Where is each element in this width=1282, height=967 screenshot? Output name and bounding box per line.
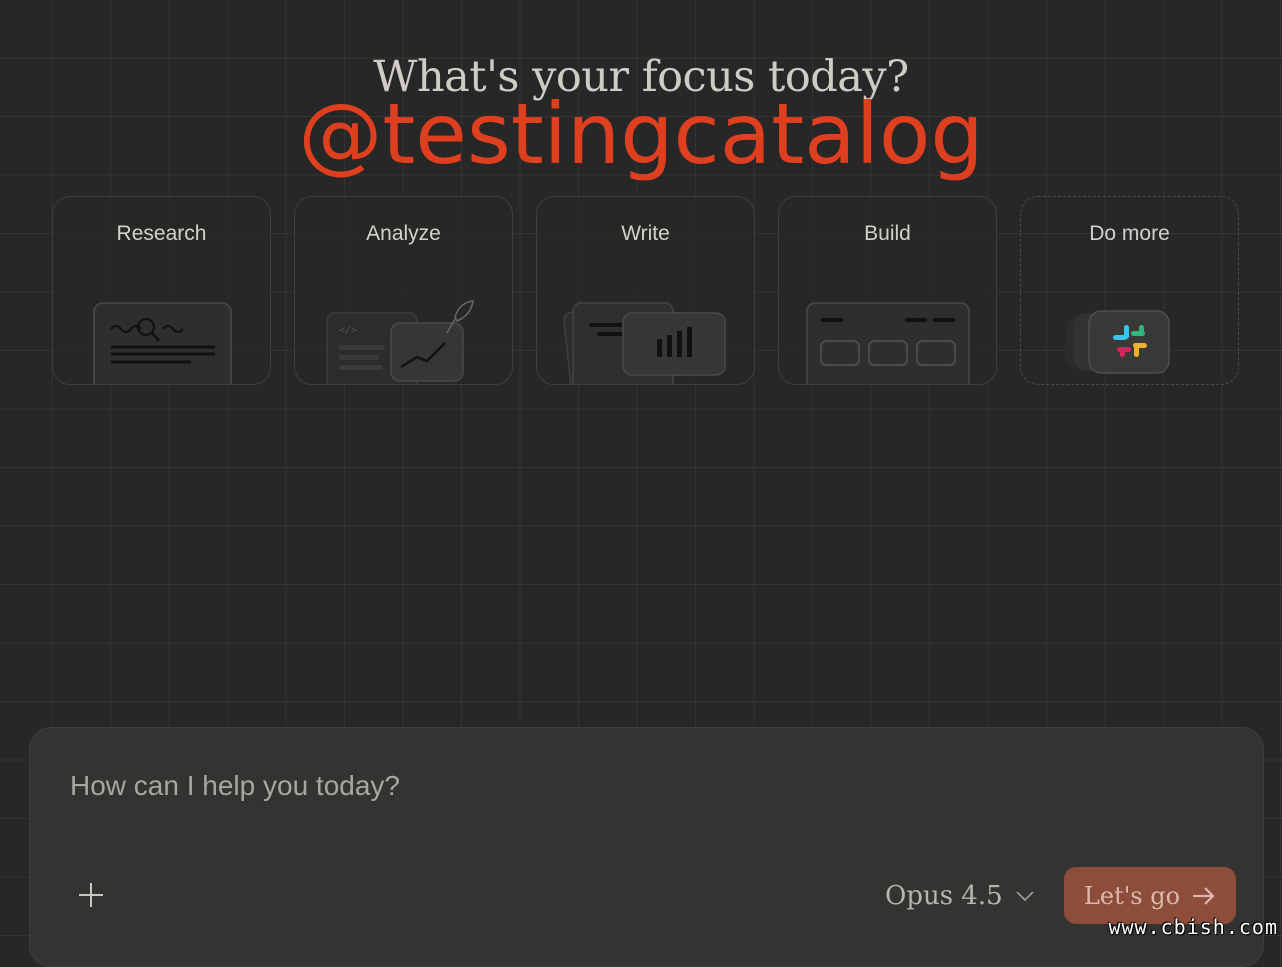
code-chart-icon: </> xyxy=(326,300,474,384)
site-watermark: www.cbish.com xyxy=(1108,915,1278,939)
card-label: Write xyxy=(621,222,670,245)
bar-chart-card-icon xyxy=(563,302,726,384)
card-research[interactable]: Research xyxy=(52,196,271,385)
slack-integration-icon xyxy=(1065,310,1170,374)
card-build[interactable]: Build xyxy=(778,196,997,385)
card-do-more[interactable]: Do more xyxy=(1020,196,1239,385)
plus-icon xyxy=(79,883,103,907)
card-label: Do more xyxy=(1089,222,1170,245)
card-label: Research xyxy=(116,222,207,245)
card-label: Analyze xyxy=(366,222,441,245)
arrow-right-icon xyxy=(1193,886,1215,905)
model-name: Opus 4.5 xyxy=(885,881,1003,911)
watermark-text: @testingcatalog xyxy=(298,85,984,183)
card-write[interactable]: Write xyxy=(536,196,755,385)
svg-text:</>: </> xyxy=(339,325,357,336)
document-search-icon xyxy=(93,302,232,384)
app-layout-icon xyxy=(806,302,970,384)
chevron-down-icon xyxy=(1016,891,1034,902)
prompt-box: Opus 4.5 Let's go xyxy=(29,727,1264,967)
card-label: Build xyxy=(864,222,911,245)
prompt-input[interactable] xyxy=(70,770,870,802)
model-selector[interactable]: Opus 4.5 xyxy=(885,878,1035,914)
add-attachment-button[interactable] xyxy=(74,878,108,912)
submit-label: Let's go xyxy=(1083,881,1181,910)
card-analyze[interactable]: Analyze </> xyxy=(294,196,513,385)
